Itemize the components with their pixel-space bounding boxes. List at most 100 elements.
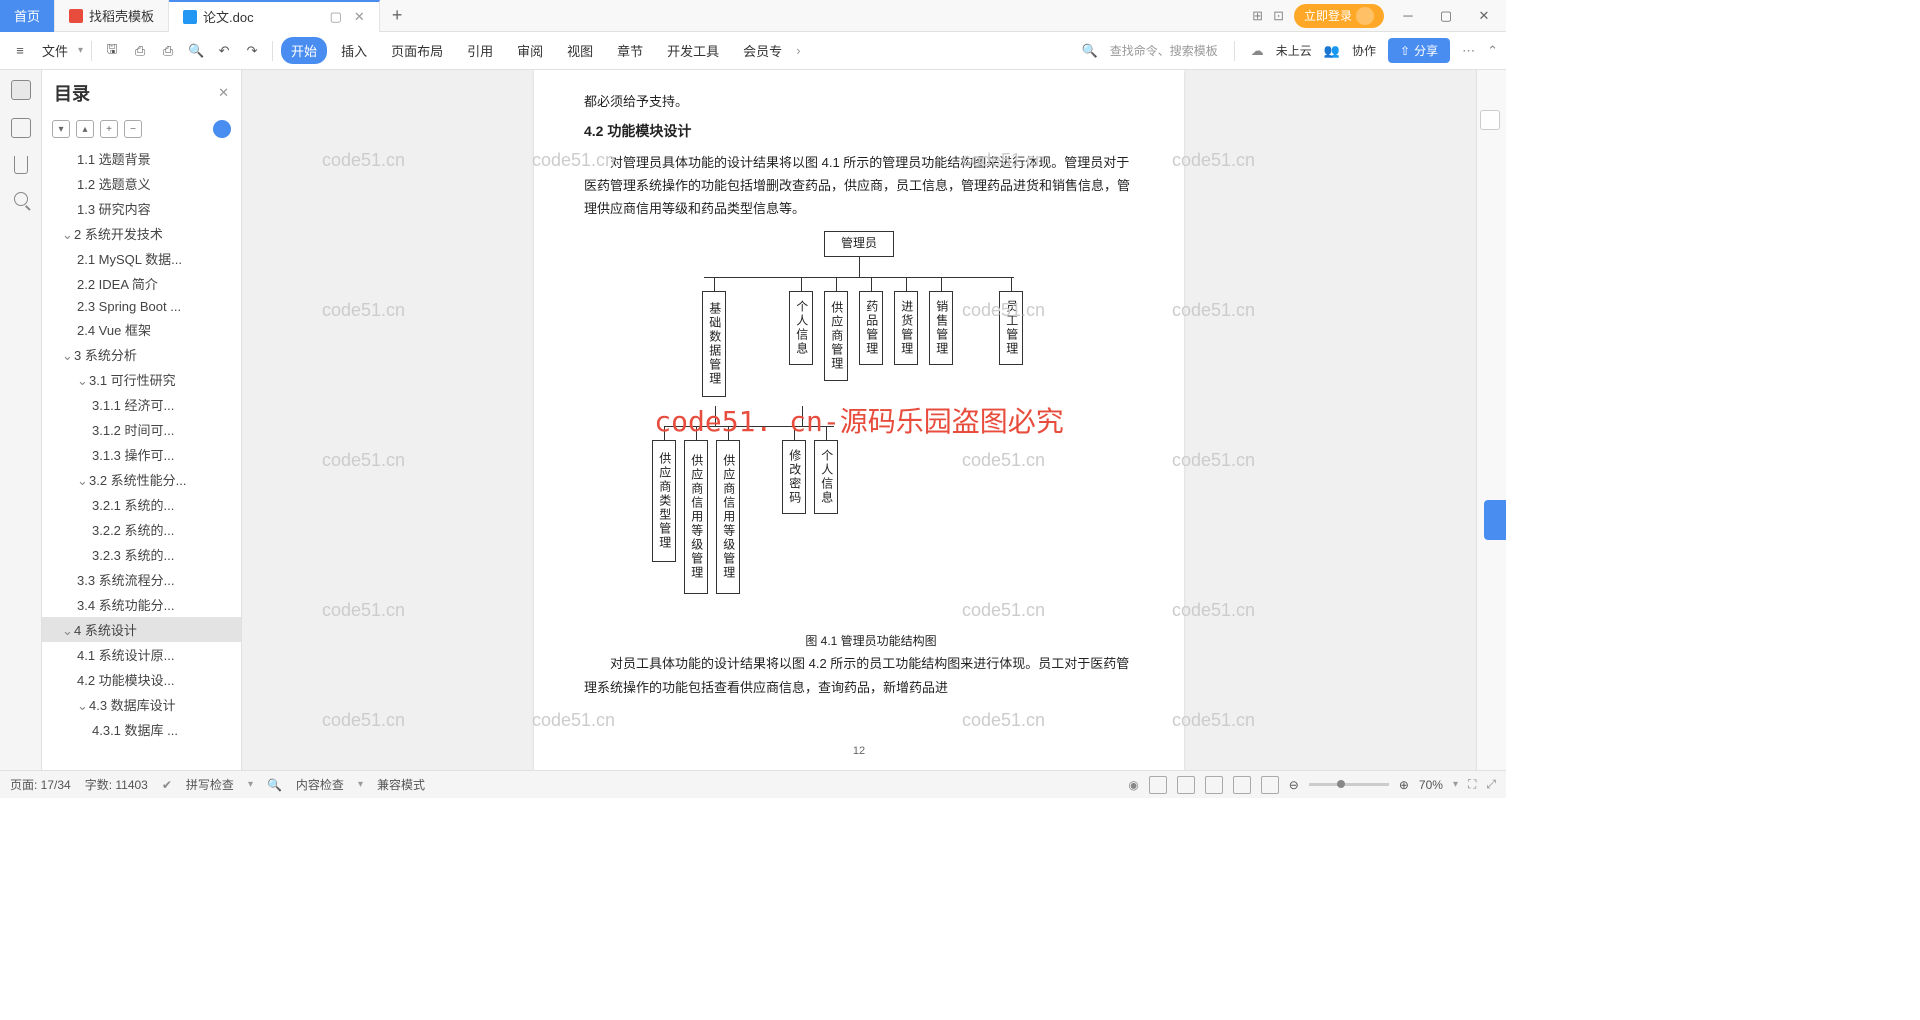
tab-add-button[interactable]: +	[380, 5, 415, 26]
view-mode-3[interactable]	[1205, 776, 1223, 794]
outline-sync-icon[interactable]	[213, 120, 231, 138]
outline-item[interactable]: 3.2.1 系统的...	[42, 492, 241, 517]
status-spell[interactable]: 拼写检查	[186, 776, 234, 793]
tab-close-icon[interactable]: ✕	[354, 9, 365, 25]
outline-item[interactable]: ⌄3.2 系统性能分...	[42, 467, 241, 492]
menu-review[interactable]: 审阅	[507, 37, 553, 64]
tab-home[interactable]: 首页	[0, 0, 55, 32]
outline-collapse-all[interactable]: ▾	[52, 120, 70, 138]
status-page[interactable]: 页面: 17/34	[10, 776, 71, 793]
collapse-ribbon-icon[interactable]: ⌃	[1487, 43, 1498, 59]
tab-template[interactable]: 找稻壳模板	[55, 0, 169, 32]
fit-icon[interactable]: ⛶	[1468, 777, 1476, 792]
outline-item[interactable]: ⌄3.1 可行性研究	[42, 367, 241, 392]
cloud-icon[interactable]: ☁	[1251, 43, 1264, 59]
watermark-bg: code51.cn	[322, 450, 405, 471]
outline-item[interactable]: 1.1 选题背景	[42, 146, 241, 171]
redo-icon[interactable]: ↷	[240, 39, 264, 63]
outline-item[interactable]: 3.2.3 系统的...	[42, 542, 241, 567]
eye-icon[interactable]: ◉	[1128, 778, 1138, 792]
zoom-out-icon[interactable]: ⊖	[1289, 778, 1299, 792]
zoom-value[interactable]: 70%	[1419, 778, 1443, 792]
outline-remove[interactable]: −	[124, 120, 142, 138]
outline-item[interactable]: ⌄4 系统设计	[42, 617, 241, 642]
bookmark-icon[interactable]	[14, 156, 28, 174]
search-input[interactable]: 查找命令、搜索模板	[1110, 42, 1218, 59]
collab-label[interactable]: 协作	[1352, 42, 1376, 59]
menu-layout[interactable]: 页面布局	[381, 37, 453, 64]
diagram-node: 销售管理	[929, 291, 953, 365]
menu-dev[interactable]: 开发工具	[657, 37, 729, 64]
undo-icon[interactable]: ↶	[212, 39, 236, 63]
status-words[interactable]: 字数: 11403	[85, 776, 148, 793]
search-icon[interactable]: 🔍	[1082, 43, 1098, 59]
menu-section[interactable]: 章节	[607, 37, 653, 64]
outline-item[interactable]: 2.4 Vue 框架	[42, 317, 241, 342]
outline-item[interactable]: 2.3 Spring Boot ...	[42, 296, 241, 317]
outline-item[interactable]: 3.1.2 时间可...	[42, 417, 241, 442]
outline-item[interactable]: ⌄2 系统开发技术	[42, 221, 241, 246]
close-button[interactable]: ✕	[1470, 2, 1498, 30]
view-mode-2[interactable]	[1177, 776, 1195, 794]
outline-item[interactable]: 3.1.3 操作可...	[42, 442, 241, 467]
collab-icon[interactable]: 👥	[1324, 43, 1340, 59]
view-mode-1[interactable]	[1149, 776, 1167, 794]
outline-expand-all[interactable]: ▴	[76, 120, 94, 138]
outline-item[interactable]: 3.4 系统功能分...	[42, 592, 241, 617]
search-rail-icon[interactable]	[14, 192, 28, 206]
pages-icon[interactable]	[11, 118, 31, 138]
export-icon[interactable]: ⎙	[128, 39, 152, 63]
save-icon[interactable]: 🖫	[100, 39, 124, 63]
zoom-slider[interactable]	[1309, 783, 1389, 786]
menu-start[interactable]: 开始	[281, 37, 327, 64]
outline-item[interactable]: 3.1.1 经济可...	[42, 392, 241, 417]
maximize-button[interactable]: ▢	[1432, 2, 1460, 30]
tab-document[interactable]: 论文.doc ▢ ✕	[169, 0, 380, 32]
document-area[interactable]: code51.cn code51.cn code51.cn code51.cn …	[242, 70, 1476, 770]
preview-icon[interactable]: 🔍	[184, 39, 208, 63]
outline-item[interactable]: 2.1 MySQL 数据...	[42, 246, 241, 271]
diagram-root: 管理员	[824, 231, 894, 257]
file-menu[interactable]: 文件	[36, 41, 74, 60]
window-layout-icon[interactable]: ⊞	[1252, 8, 1263, 24]
outline-item[interactable]: ⌄4.3 数据库设计	[42, 692, 241, 717]
status-compat[interactable]: 兼容模式	[377, 776, 425, 793]
more-icon[interactable]: ⋯	[1462, 43, 1475, 59]
menu-member[interactable]: 会员专	[733, 37, 792, 64]
outline-icon[interactable]	[11, 80, 31, 100]
view-mode-4[interactable]	[1233, 776, 1251, 794]
print-icon[interactable]: ⎙	[156, 39, 180, 63]
outline-item[interactable]: 4.2 功能模块设...	[42, 667, 241, 692]
outline-item[interactable]: 1.3 研究内容	[42, 196, 241, 221]
menu-reference[interactable]: 引用	[457, 37, 503, 64]
watermark-bg: code51.cn	[1172, 710, 1255, 731]
collapse-panel-icon[interactable]	[1480, 110, 1500, 130]
outline-item[interactable]: 4.3.1 数据库 ...	[42, 717, 241, 742]
apps-icon[interactable]: ⊡	[1273, 8, 1284, 24]
tab-layout-icon[interactable]: ▢	[330, 9, 342, 25]
outline-list[interactable]: 1.1 选题背景1.2 选题意义1.3 研究内容⌄2 系统开发技术2.1 MyS…	[42, 142, 241, 770]
status-content[interactable]: 内容检查	[296, 776, 344, 793]
fullscreen-icon[interactable]: ⤢	[1486, 777, 1496, 792]
menu-insert[interactable]: 插入	[331, 37, 377, 64]
outline-item[interactable]: 4.1 系统设计原...	[42, 642, 241, 667]
right-tab-handle[interactable]	[1484, 500, 1506, 540]
content-check-icon[interactable]: 🔍	[267, 778, 282, 792]
outline-item[interactable]: 3.2.2 系统的...	[42, 517, 241, 542]
outline-item[interactable]: 2.2 IDEA 简介	[42, 271, 241, 296]
outline-item[interactable]: 1.2 选题意义	[42, 171, 241, 196]
login-button[interactable]: 立即登录	[1294, 4, 1384, 28]
spell-check-icon[interactable]: ✔	[162, 778, 172, 792]
zoom-in-icon[interactable]: ⊕	[1399, 778, 1409, 792]
outline-close-icon[interactable]: ✕	[218, 85, 229, 101]
outline-add[interactable]: +	[100, 120, 118, 138]
menu-icon[interactable]: ≡	[8, 39, 32, 63]
view-mode-5[interactable]	[1261, 776, 1279, 794]
share-button[interactable]: ⇧ 分享	[1388, 38, 1450, 63]
outline-item[interactable]: 3.3 系统流程分...	[42, 567, 241, 592]
outline-title: 目录	[54, 80, 90, 106]
diagram-node: 修改密码	[782, 440, 806, 514]
outline-item[interactable]: ⌄3 系统分析	[42, 342, 241, 367]
minimize-button[interactable]: ─	[1394, 2, 1422, 30]
menu-view[interactable]: 视图	[557, 37, 603, 64]
